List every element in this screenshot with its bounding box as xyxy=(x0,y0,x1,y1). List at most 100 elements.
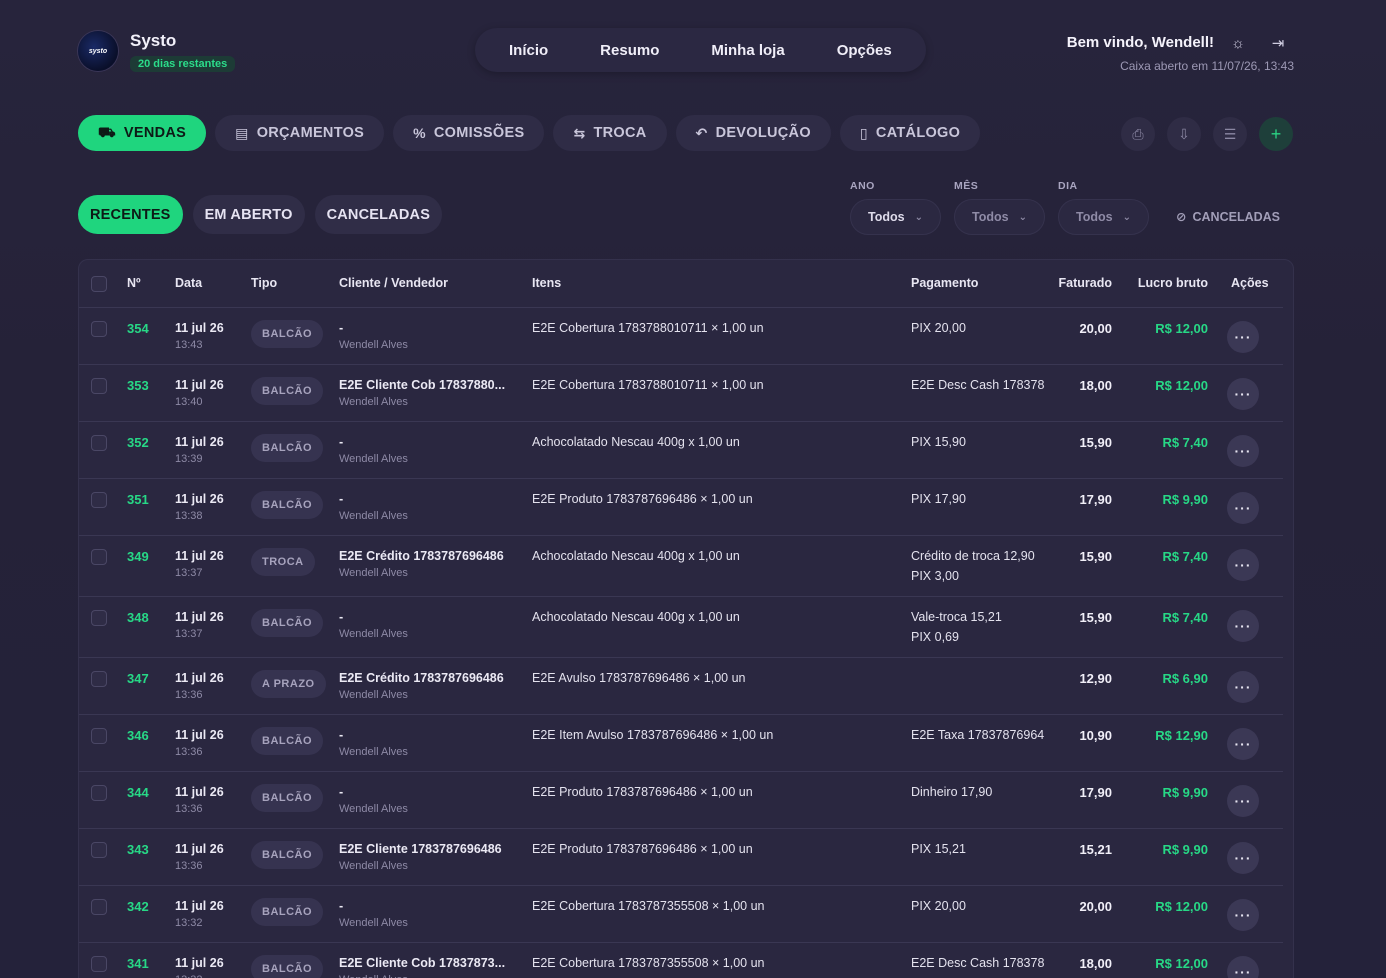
sale-number[interactable]: 353 xyxy=(127,378,149,393)
nav-opcoes[interactable]: Opções xyxy=(811,42,918,59)
nav-minha-loja[interactable]: Minha loja xyxy=(685,42,810,59)
print-icon[interactable]: ⎙ xyxy=(1121,117,1155,151)
show-canceladas-toggle[interactable]: ⊘ CANCELADAS xyxy=(1176,209,1280,225)
header: systo Systo 20 dias restantes Início Res… xyxy=(78,28,1294,78)
nav-resumo[interactable]: Resumo xyxy=(574,42,685,59)
lucro-value: R$ 7,40 xyxy=(1162,549,1208,564)
sale-number[interactable]: 341 xyxy=(127,956,149,971)
sale-date: 11 jul 26 xyxy=(175,435,224,449)
subtab-canceladas[interactable]: CANCELADAS xyxy=(314,195,443,234)
row-checkbox[interactable] xyxy=(91,321,107,337)
client-name: E2E Cliente Cob 17837873... xyxy=(339,956,506,970)
more-actions-button[interactable]: ··· xyxy=(1227,549,1259,581)
row-checkbox[interactable] xyxy=(91,435,107,451)
row-checkbox[interactable] xyxy=(91,899,107,915)
nav-inicio[interactable]: Início xyxy=(483,42,574,59)
table-row[interactable]: 344 11 jul 26 13:36 BALCÃO - Wendell Alves E2E… xyxy=(79,772,1283,829)
table-row[interactable]: 353 11 jul 26 13:40 BALCÃO E2E Cliente Cob 1… xyxy=(79,365,1283,422)
subtab-em-aberto[interactable]: EM ABERTO xyxy=(192,195,305,234)
table-row[interactable]: 348 11 jul 26 13:37 BALCÃO - Wendell Alves Ach… xyxy=(79,597,1283,658)
more-actions-button[interactable]: ··· xyxy=(1227,956,1259,978)
sliders-icon[interactable]: ☰ xyxy=(1213,117,1247,151)
tab-troca[interactable]: ⇆ TROCA xyxy=(553,115,667,151)
select-all-checkbox[interactable] xyxy=(91,276,107,292)
more-actions-button[interactable]: ··· xyxy=(1227,492,1259,524)
logout-icon[interactable]: ⇥ xyxy=(1268,34,1288,54)
percent-badge-icon: % xyxy=(413,125,426,141)
sale-date: 11 jul 26 xyxy=(175,378,224,392)
sale-items: E2E Produto 1783787696486 × 1,00 un xyxy=(532,785,753,799)
sale-number[interactable]: 343 xyxy=(127,842,149,857)
tab-comissoes[interactable]: % COMISSÕES xyxy=(393,115,545,151)
faturado-value: 18,00 xyxy=(1079,378,1112,393)
sale-type-badge: BALCÃO xyxy=(251,727,324,755)
tab-devolucao[interactable]: ↶ DEVOLUÇÃO xyxy=(675,115,831,151)
table-row[interactable]: 347 11 jul 26 13:36 A PRAZO E2E Crédito 1783… xyxy=(79,658,1283,715)
sun-icon[interactable]: ☼ xyxy=(1228,34,1248,54)
table-row[interactable]: 343 11 jul 26 13:36 BALCÃO E2E Cliente 17837… xyxy=(79,829,1283,886)
more-icon: ··· xyxy=(1234,618,1252,634)
more-icon: ··· xyxy=(1234,850,1252,866)
sale-number[interactable]: 352 xyxy=(127,435,149,450)
sale-number[interactable]: 349 xyxy=(127,549,149,564)
lucro-value: R$ 9,90 xyxy=(1162,492,1208,507)
more-actions-button[interactable]: ··· xyxy=(1227,899,1259,931)
sale-number[interactable]: 348 xyxy=(127,610,149,625)
sale-items: Achocolatado Nescau 400g x 1,00 un xyxy=(532,435,740,449)
tab-vendas[interactable]: ⛟ VENDAS xyxy=(78,115,207,151)
table-row[interactable]: 354 11 jul 26 13:43 BALCÃO - Wendell Alves E2E… xyxy=(79,308,1283,365)
seller-name: Wendell Alves xyxy=(339,339,408,351)
table-row[interactable]: 346 11 jul 26 13:36 BALCÃO - Wendell Alves E2E… xyxy=(79,715,1283,772)
tab-catalogo[interactable]: ▯ CATÁLOGO xyxy=(839,115,981,151)
more-actions-button[interactable]: ··· xyxy=(1227,610,1259,642)
client-name: - xyxy=(339,321,344,335)
sale-time: 13:40 xyxy=(175,396,203,408)
table-row[interactable]: 352 11 jul 26 13:39 BALCÃO - Wendell Alves Ach… xyxy=(79,422,1283,479)
tab-orcamentos[interactable]: ▤ ORÇAMENTOS xyxy=(215,115,385,151)
more-actions-button[interactable]: ··· xyxy=(1227,321,1259,353)
table-row[interactable]: 341 11 jul 26 13:32 BALCÃO E2E Cliente Cob 1… xyxy=(79,943,1283,978)
row-checkbox[interactable] xyxy=(91,549,107,565)
download-icon[interactable]: ⇩ xyxy=(1167,117,1201,151)
sale-type-badge: TROCA xyxy=(251,548,315,576)
add-icon[interactable]: + xyxy=(1259,117,1293,151)
row-checkbox[interactable] xyxy=(91,492,107,508)
table-row[interactable]: 349 11 jul 26 13:37 TROCA E2E Crédito 178378… xyxy=(79,536,1283,597)
payment-methods: PIX 20,00 xyxy=(911,896,1045,916)
payment-line: PIX 20,00 xyxy=(911,899,966,913)
seller-name: Wendell Alves xyxy=(339,628,408,640)
row-checkbox[interactable] xyxy=(91,378,107,394)
sale-number[interactable]: 344 xyxy=(127,785,149,800)
mes-select[interactable]: Todos ⌄ xyxy=(954,199,1045,235)
row-checkbox[interactable] xyxy=(91,728,107,744)
table-row[interactable]: 351 11 jul 26 13:38 BALCÃO - Wendell Alves E2E… xyxy=(79,479,1283,536)
row-checkbox[interactable] xyxy=(91,785,107,801)
logo[interactable]: systo xyxy=(78,31,118,71)
dia-select[interactable]: Todos ⌄ xyxy=(1058,199,1149,235)
sale-date: 11 jul 26 xyxy=(175,899,224,913)
more-actions-button[interactable]: ··· xyxy=(1227,728,1259,760)
sale-number[interactable]: 354 xyxy=(127,321,149,336)
more-actions-button[interactable]: ··· xyxy=(1227,842,1259,874)
more-actions-button[interactable]: ··· xyxy=(1227,671,1259,703)
sale-number[interactable]: 342 xyxy=(127,899,149,914)
client-name: - xyxy=(339,728,344,742)
sale-number[interactable]: 346 xyxy=(127,728,149,743)
payment-methods: PIX 15,90 xyxy=(911,432,1045,452)
sale-number[interactable]: 351 xyxy=(127,492,149,507)
table-row[interactable]: 342 11 jul 26 13:32 BALCÃO - Wendell Alves E2E… xyxy=(79,886,1283,943)
more-actions-button[interactable]: ··· xyxy=(1227,785,1259,817)
sale-type-badge: BALCÃO xyxy=(251,841,324,869)
faturado-value: 15,90 xyxy=(1079,610,1112,625)
row-checkbox[interactable] xyxy=(91,671,107,687)
sale-number[interactable]: 347 xyxy=(127,671,149,686)
row-checkbox[interactable] xyxy=(91,956,107,972)
ano-select[interactable]: Todos ⌄ xyxy=(850,199,941,235)
lucro-value: R$ 12,00 xyxy=(1155,321,1208,336)
more-actions-button[interactable]: ··· xyxy=(1227,435,1259,467)
row-checkbox[interactable] xyxy=(91,610,107,626)
row-checkbox[interactable] xyxy=(91,842,107,858)
subtab-recentes[interactable]: RECENTES xyxy=(78,195,183,234)
eye-off-icon: ⊘ xyxy=(1176,210,1187,224)
more-actions-button[interactable]: ··· xyxy=(1227,378,1259,410)
